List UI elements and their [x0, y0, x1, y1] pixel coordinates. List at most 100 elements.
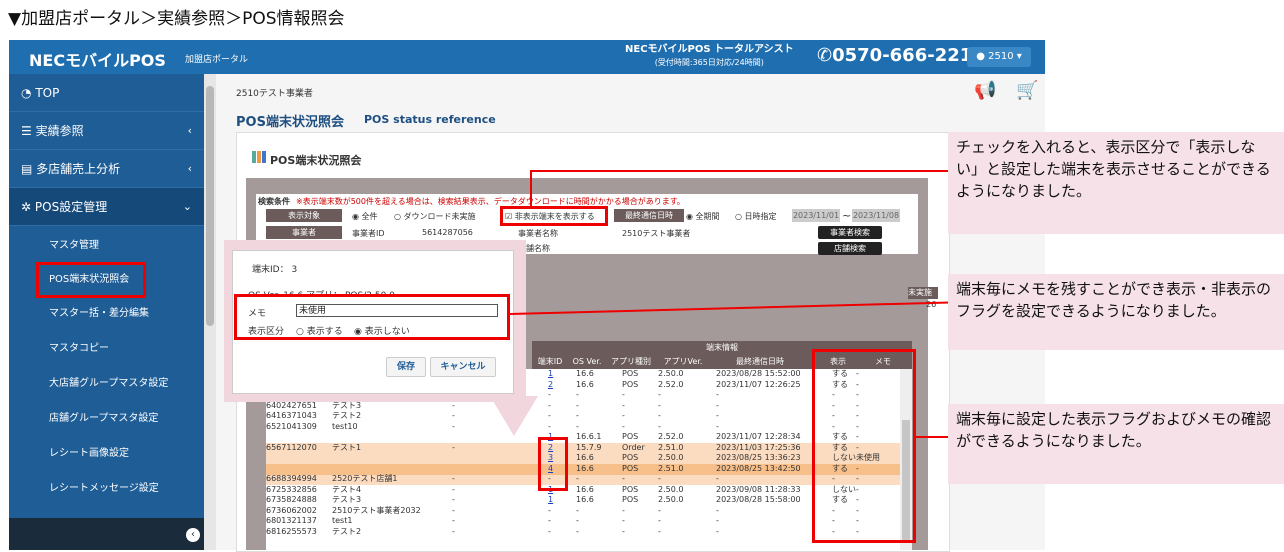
connector-line [916, 436, 948, 438]
table-row: 6521041309 test10- - - - - - - - [266, 422, 900, 433]
sidebar-sub-store-group[interactable]: 店舗グループマスタ設定 [9, 401, 204, 436]
business-search-button[interactable]: 事業者検索 [818, 226, 882, 239]
cell-dt: - [716, 421, 719, 431]
highlight-sidebar-item [36, 262, 146, 298]
cell-c3: - [452, 526, 455, 536]
radio-date-range[interactable]: ○ 日時指定 [735, 211, 777, 222]
cell-c3: - [452, 484, 455, 494]
connector-line [530, 170, 948, 172]
highlight-terminal-ids [538, 437, 568, 491]
radio-all[interactable]: ◉ 全件 [352, 211, 378, 222]
cell-c3: - [452, 516, 455, 525]
cell-id: - [548, 516, 551, 525]
cell-dt: - [716, 505, 719, 515]
cell-ver: 2.52.0 [658, 379, 684, 389]
phone-icon: ✆ [817, 45, 833, 66]
col-terminal-id: 端末ID [537, 357, 563, 366]
table-row: 6688394994 2520テスト店舗1- - - - - - - - [266, 474, 900, 485]
cell-os: 16.6 [576, 453, 594, 462]
cell-c3: - [452, 421, 455, 431]
table-row: 6816255573 テスト2- - - - - - - - [266, 527, 900, 538]
cell-ver: - [658, 400, 661, 410]
cell-dt: - [716, 516, 719, 525]
sidebar-item-multistore[interactable]: ▤ 多店舗売上分析 ‹ [9, 150, 204, 188]
col-os-ver: OS Ver. [572, 357, 602, 366]
cell-name: テスト4 [332, 484, 362, 494]
right-status-tag: 未実施 [908, 287, 938, 299]
chevron-left-icon: ‹ [187, 162, 192, 175]
cell-app: - [622, 474, 625, 483]
sidebar-item-pos-settings[interactable]: ✲ POS設定管理 ⌄ [9, 188, 204, 226]
save-button[interactable]: 保存 [386, 357, 426, 377]
sidebar-sub-bulk-edit[interactable]: マスター括・差分編集 [9, 296, 204, 331]
sidebar-sub-master-copy[interactable]: マスタコピー [9, 331, 204, 366]
cancel-button[interactable]: キャンセル [430, 357, 496, 377]
col-last-comm: 最終通信日時 [736, 357, 784, 366]
sidebar-scroll-thumb[interactable] [206, 86, 214, 326]
cell-app: POS [622, 379, 639, 389]
cell-os: 16.6 [576, 463, 594, 473]
lastcomm-label: 最終通信日時 [614, 209, 684, 222]
table-row: 6801321137 test1- - - - - - - - [266, 516, 900, 527]
business-name-label: 事業者名称 [518, 229, 558, 238]
cell-name: 2520テスト店舗1 [332, 474, 398, 483]
radio-not-downloaded[interactable]: ○ ダウンロード未実施 [394, 211, 476, 222]
chart-icon [252, 151, 266, 163]
modal-pointer [490, 396, 538, 436]
cell-os: 16.6 [576, 495, 594, 504]
cell-ver: - [658, 505, 661, 515]
highlight-display-memo [812, 349, 916, 543]
chevron-left-icon: ‹ [187, 124, 192, 137]
sidebar-sub-large-group[interactable]: 大店舗グループマスタ設定 [9, 366, 204, 401]
cell-dt: - [716, 474, 719, 483]
database-icon: ▤ [21, 162, 33, 176]
cell-id: - [548, 421, 551, 431]
sidebar-sub-master[interactable]: マスタ管理 [9, 228, 204, 263]
cell-os: - [576, 400, 579, 410]
user-menu-button[interactable]: ● 2510 ▾ [967, 47, 1031, 67]
cell-id[interactable]: 2 [548, 380, 553, 391]
cell-code: 6725332856 [266, 484, 317, 494]
cart-icon[interactable]: 🛒 [1016, 80, 1038, 101]
cell-ver: 2.50.0 [658, 484, 684, 494]
brand-logo[interactable]: NECモバイルPOS [29, 47, 166, 71]
radio-all-period[interactable]: ◉ 全期間 [686, 211, 720, 222]
date-from-input[interactable]: 2023/11/01 [792, 209, 840, 222]
cell-ver: 2.50.0 [658, 369, 684, 378]
cell-dt: 2023/08/28 15:52:00 [716, 369, 801, 378]
col-app-type: アプリ種別 [611, 357, 651, 366]
cell-name: テスト2 [332, 526, 362, 536]
table-row: 6725332856 テスト4-1 16.6 POS 2.50.0 2023/09/08 … [266, 485, 900, 496]
cell-app: POS [622, 484, 639, 494]
store-search-button[interactable]: 店舗検索 [818, 242, 882, 255]
table-row: 6735824888 テスト3 - 1 16.6 POS 2.50.0 2023/08/28 … [266, 495, 900, 506]
cell-code: 6521041309 [266, 421, 317, 431]
cell-c3: - [452, 400, 455, 410]
sidebar-sub-receipt-message[interactable]: レシートメッセージ設定 [9, 471, 204, 506]
brand-subtitle: 加盟店ポータル [185, 55, 249, 65]
user-id: 2510 ▾ [988, 51, 1022, 62]
cell-ver: - [658, 516, 661, 525]
cell-code: 6688394994 [266, 474, 317, 483]
cell-ver: - [658, 390, 661, 399]
cell-ver: - [658, 411, 661, 420]
sidebar-item-results[interactable]: ☰ 実績参照 ‹ [9, 112, 204, 150]
cell-os: 15.7.9 [576, 442, 602, 452]
sidebar-item-top[interactable]: ◔ TOP [9, 74, 204, 112]
callout-memo: 端末毎にメモを残すことができ表示・非表示のフラグを設定できるようになりました。 [948, 274, 1284, 350]
megaphone-icon[interactable]: 📢 [974, 80, 996, 101]
dashboard-icon: ◔ [21, 86, 32, 100]
cell-name: テスト3 [332, 495, 362, 504]
top-bar: NECモバイルPOS 加盟店ポータル NECモバイルPOS トータルアシスト (… [9, 40, 1045, 74]
date-to-input[interactable]: 2023/11/08 [852, 209, 900, 222]
cell-id[interactable]: 1 [548, 369, 553, 380]
cell-dt: - [716, 411, 719, 420]
sidebar-collapse-icon[interactable]: ‹ [186, 528, 200, 542]
gear-icon: ✲ [21, 200, 32, 214]
cell-os: 16.6 [576, 484, 594, 494]
table-row: 4 16.6 POS 2.51.0 2023/08/25 13:42:50 する - [266, 464, 900, 475]
sidebar-item-label: TOP [35, 86, 60, 100]
cell-id[interactable]: 1 [548, 495, 553, 506]
sidebar-sub-receipt-image[interactable]: レシート画像設定 [9, 436, 204, 471]
cell-app: POS [622, 463, 639, 473]
